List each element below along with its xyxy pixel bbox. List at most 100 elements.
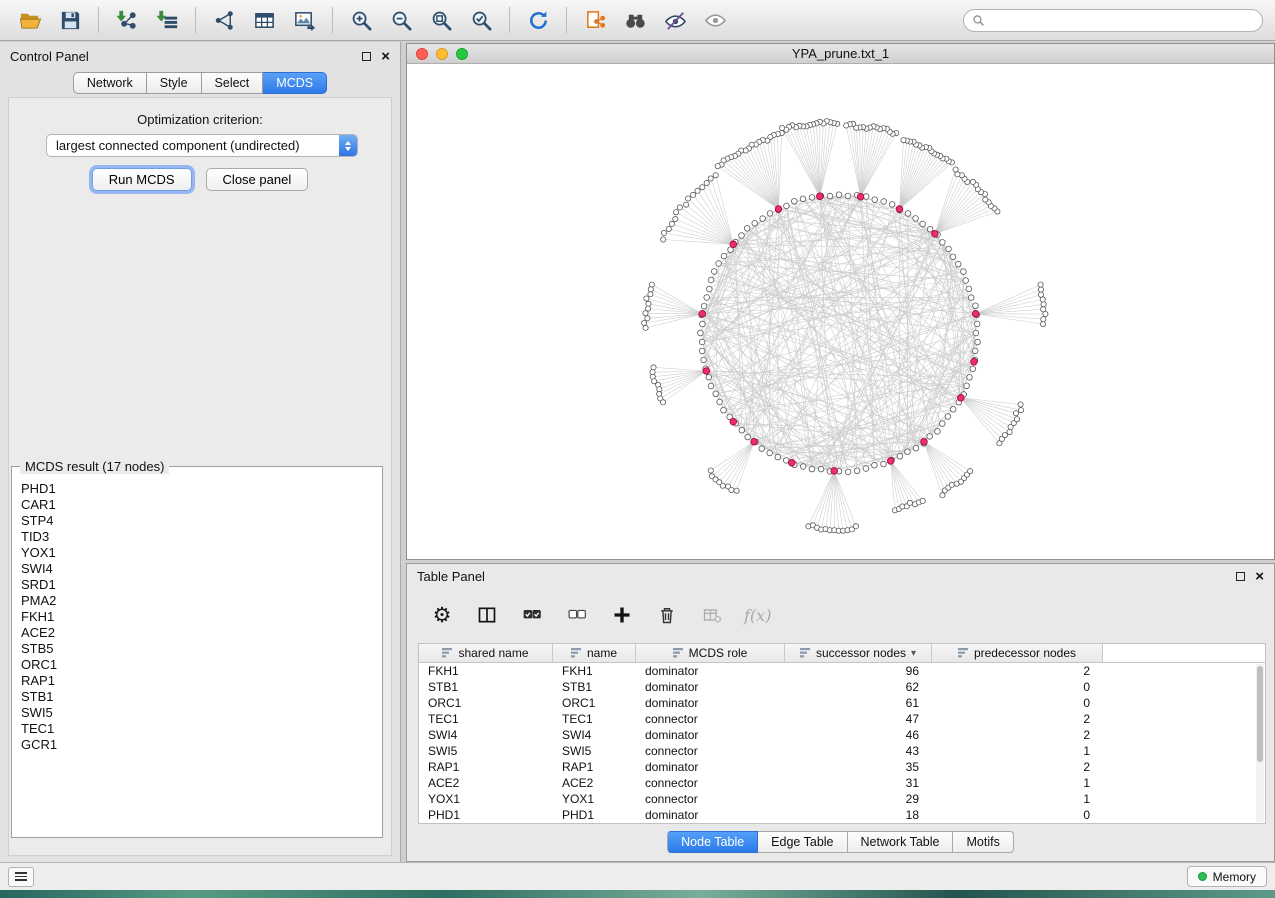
result-node[interactable]: TEC1 bbox=[21, 721, 373, 737]
close-icon[interactable]: × bbox=[1255, 569, 1264, 584]
result-node[interactable]: FKH1 bbox=[21, 609, 373, 625]
result-node[interactable]: YOX1 bbox=[21, 545, 373, 561]
search-box[interactable] bbox=[963, 9, 1263, 32]
tab-mcds[interactable]: MCDS bbox=[263, 72, 327, 94]
table-row[interactable]: SWI4SWI4dominator462 bbox=[419, 727, 1265, 743]
table-cell: FKH1 bbox=[419, 663, 553, 679]
tab-network[interactable]: Network bbox=[73, 72, 147, 94]
result-node[interactable]: STP4 bbox=[21, 513, 373, 529]
table-row[interactable]: YOX1YOX1connector291 bbox=[419, 791, 1265, 807]
export-image-icon[interactable] bbox=[286, 4, 322, 36]
table-cell: dominator bbox=[636, 807, 785, 823]
result-node[interactable]: CAR1 bbox=[21, 497, 373, 513]
result-node[interactable]: ACE2 bbox=[21, 625, 373, 641]
table-cell: PHD1 bbox=[419, 807, 553, 823]
tab-network-table[interactable]: Network Table bbox=[848, 831, 954, 853]
table-cell: SWI5 bbox=[419, 743, 553, 759]
result-node[interactable]: STB5 bbox=[21, 641, 373, 657]
result-node[interactable]: PMA2 bbox=[21, 593, 373, 609]
table-row[interactable]: SWI5SWI5connector431 bbox=[419, 743, 1265, 759]
table-row[interactable]: TEC1TEC1connector472 bbox=[419, 711, 1265, 727]
mcds-result-title: MCDS result (17 nodes) bbox=[20, 459, 169, 474]
result-node[interactable]: SRD1 bbox=[21, 577, 373, 593]
float-window-icon[interactable] bbox=[1236, 572, 1245, 581]
mcds-result-list[interactable]: PHD1CAR1STP4TID3YOX1SWI4SRD1PMA2FKH1ACE2… bbox=[13, 475, 381, 836]
table-settings-gear-icon[interactable]: ⚙ bbox=[429, 602, 455, 628]
network-window-titlebar[interactable]: YPA_prune.txt_1 bbox=[407, 44, 1274, 64]
new-table-icon[interactable] bbox=[246, 4, 282, 36]
table-row[interactable]: STB1STB1dominator620 bbox=[419, 679, 1265, 695]
table-cell: PHD1 bbox=[553, 807, 636, 823]
result-node[interactable]: RAP1 bbox=[21, 673, 373, 689]
column-header-successor-nodes[interactable]: successor nodes▾ bbox=[785, 644, 932, 662]
table-cell: connector bbox=[636, 711, 785, 727]
run-mcds-button[interactable]: Run MCDS bbox=[92, 168, 192, 191]
zoom-fit-icon[interactable] bbox=[423, 4, 459, 36]
table-cell: 29 bbox=[785, 791, 932, 807]
tab-select[interactable]: Select bbox=[202, 72, 264, 94]
close-icon[interactable]: × bbox=[381, 49, 390, 64]
memory-button[interactable]: Memory bbox=[1187, 866, 1267, 887]
result-node[interactable]: SWI5 bbox=[21, 705, 373, 721]
search-input[interactable] bbox=[991, 13, 1254, 27]
tab-edge-table[interactable]: Edge Table bbox=[758, 831, 847, 853]
table-row[interactable]: ORC1ORC1dominator610 bbox=[419, 695, 1265, 711]
criterion-dropdown[interactable]: largest connected component (undirected) bbox=[46, 134, 358, 157]
select-all-icon[interactable] bbox=[519, 602, 545, 628]
window-zoom-icon[interactable] bbox=[456, 48, 468, 60]
window-close-icon[interactable] bbox=[416, 48, 428, 60]
result-node[interactable]: PHD1 bbox=[21, 481, 373, 497]
new-network-icon[interactable] bbox=[206, 4, 242, 36]
copy-network-icon[interactable] bbox=[577, 4, 613, 36]
tab-node-table[interactable]: Node Table bbox=[667, 831, 758, 853]
toolbar-separator bbox=[332, 7, 333, 33]
function-builder-icon[interactable]: f(x) bbox=[744, 602, 771, 628]
show-columns-icon[interactable] bbox=[474, 602, 500, 628]
result-node[interactable]: SWI4 bbox=[21, 561, 373, 577]
find-icon[interactable] bbox=[617, 4, 653, 36]
zoom-in-icon[interactable] bbox=[343, 4, 379, 36]
result-node[interactable]: ORC1 bbox=[21, 657, 373, 673]
result-node[interactable]: STB1 bbox=[21, 689, 373, 705]
memory-label: Memory bbox=[1213, 870, 1256, 884]
float-window-icon[interactable] bbox=[362, 52, 371, 61]
result-node[interactable]: GCR1 bbox=[21, 737, 373, 753]
table-panel-title: Table Panel bbox=[417, 569, 485, 584]
preview-icon[interactable] bbox=[697, 4, 733, 36]
import-table-icon[interactable] bbox=[149, 4, 185, 36]
network-graph[interactable] bbox=[407, 64, 1274, 559]
refresh-icon[interactable] bbox=[520, 4, 556, 36]
tab-motifs[interactable]: Motifs bbox=[953, 831, 1013, 853]
delete-column-icon[interactable] bbox=[654, 602, 680, 628]
optimization-criterion-label: Optimization criterion: bbox=[9, 112, 391, 127]
table-cell: dominator bbox=[636, 663, 785, 679]
zoom-out-icon[interactable] bbox=[383, 4, 419, 36]
column-header-name[interactable]: name bbox=[553, 644, 636, 662]
save-session-icon[interactable] bbox=[52, 4, 88, 36]
table-cell: 2 bbox=[932, 759, 1103, 775]
table-cell: 1 bbox=[932, 743, 1103, 759]
column-header-predecessor-nodes[interactable]: predecessor nodes bbox=[932, 644, 1103, 662]
zoom-selected-icon[interactable] bbox=[463, 4, 499, 36]
control-panel-title: Control Panel bbox=[10, 49, 89, 64]
add-column-icon[interactable] bbox=[609, 602, 635, 628]
result-node[interactable]: TID3 bbox=[21, 529, 373, 545]
close-panel-button[interactable]: Close panel bbox=[206, 168, 309, 191]
table-row[interactable]: FKH1FKH1dominator962 bbox=[419, 663, 1265, 679]
column-header-shared-name[interactable]: shared name bbox=[419, 644, 553, 662]
deselect-all-icon[interactable] bbox=[564, 602, 590, 628]
show-hide-icon[interactable] bbox=[657, 4, 693, 36]
import-network-icon[interactable] bbox=[109, 4, 145, 36]
tab-style[interactable]: Style bbox=[147, 72, 202, 94]
table-row[interactable]: PHD1PHD1dominator180 bbox=[419, 807, 1265, 823]
table-cell: 2 bbox=[932, 711, 1103, 727]
table-row[interactable]: RAP1RAP1dominator352 bbox=[419, 759, 1265, 775]
network-canvas[interactable] bbox=[407, 64, 1274, 559]
column-header-MCDS-role[interactable]: MCDS role bbox=[636, 644, 785, 662]
task-history-icon[interactable] bbox=[8, 867, 34, 887]
delete-table-icon[interactable] bbox=[699, 602, 725, 628]
window-minimize-icon[interactable] bbox=[436, 48, 448, 60]
table-scrollbar[interactable] bbox=[1256, 664, 1264, 822]
table-row[interactable]: ACE2ACE2connector311 bbox=[419, 775, 1265, 791]
open-file-icon[interactable] bbox=[12, 4, 48, 36]
